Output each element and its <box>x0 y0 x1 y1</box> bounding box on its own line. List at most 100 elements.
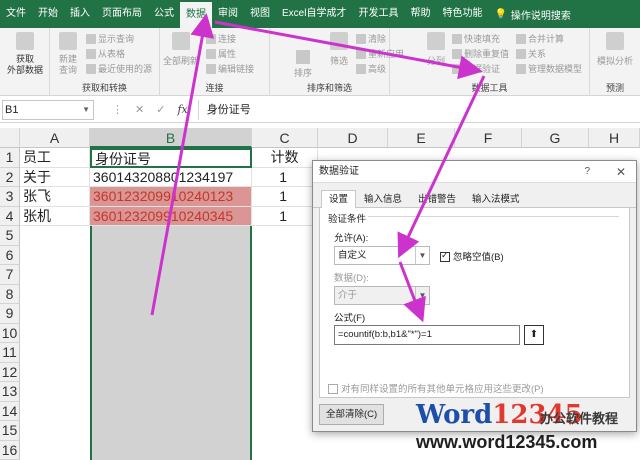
reapply-icon <box>356 49 366 59</box>
cell-c1[interactable]: 计数 <box>252 148 318 168</box>
row-header[interactable]: 2 <box>0 168 20 188</box>
remove-duplicates-button[interactable]: 删除重复值 <box>452 47 509 60</box>
column-header-f[interactable]: F <box>455 128 522 148</box>
row-header[interactable]: 4 <box>0 207 20 227</box>
row-header[interactable]: 1 <box>0 148 20 168</box>
advanced-filter-button[interactable]: 高级 <box>356 62 386 75</box>
recent-sources-button[interactable]: 最近使用的源 <box>86 62 152 75</box>
tab-home[interactable]: 开始 <box>32 0 64 28</box>
cancel-icon[interactable]: ✕ <box>135 103 144 116</box>
edit-links-button[interactable]: 编辑链接 <box>206 62 254 75</box>
data-validation-button[interactable]: 数据验证 <box>452 62 500 75</box>
column-header-d[interactable]: D <box>318 128 388 148</box>
column-header-b[interactable]: B <box>90 128 252 148</box>
tab-developer[interactable]: 开发工具 <box>352 0 404 28</box>
row-header[interactable]: 8 <box>0 285 20 305</box>
sort-button[interactable]: 排序 <box>292 50 314 79</box>
manage-data-model-button[interactable]: 管理数据模型 <box>516 62 582 75</box>
relationships-button[interactable]: 关系 <box>516 47 546 60</box>
help-button[interactable]: ? <box>584 161 590 183</box>
dialog-title: 数据验证 <box>319 166 359 177</box>
cell-b4-duplicate[interactable]: 360123209910240345 <box>90 207 252 227</box>
column-header-c[interactable]: C <box>252 128 318 148</box>
cell-b3-duplicate[interactable]: 360123209910240123 <box>90 187 252 207</box>
enter-icon[interactable]: ✓ <box>156 103 165 116</box>
apply-all-checkbox[interactable]: 对有同样设置的所有其他单元格应用这些更改(P) <box>328 381 544 395</box>
row-header[interactable]: 13 <box>0 382 20 402</box>
cell-a3[interactable]: 张飞 <box>20 187 90 207</box>
group-connections: 全部刷新 连接 属性 编辑链接 连接 <box>160 28 270 96</box>
tab-review[interactable]: 审阅 <box>212 0 244 28</box>
connections-button[interactable]: 连接 <box>206 32 236 45</box>
refresh-icon <box>172 32 190 50</box>
consolidate-button[interactable]: 合并计算 <box>516 32 564 45</box>
tab-input-message[interactable]: 输入信息 <box>356 190 410 207</box>
row-header[interactable]: 12 <box>0 363 20 383</box>
new-query-button[interactable]: 新建 查询 <box>54 32 82 76</box>
name-box[interactable]: B1 ▼ <box>2 100 94 120</box>
row-header[interactable]: 6 <box>0 246 20 266</box>
row-header[interactable]: 7 <box>0 265 20 285</box>
cell-c4[interactable]: 1 <box>252 207 318 227</box>
row-header[interactable]: 14 <box>0 402 20 422</box>
validation-icon <box>452 64 462 74</box>
ignore-blank-checkbox[interactable]: 忽略空值(B) <box>440 249 504 263</box>
row-header[interactable]: 11 <box>0 343 20 363</box>
tab-error-alert[interactable]: 出错警告 <box>410 190 464 207</box>
cell-c3[interactable]: 1 <box>252 187 318 207</box>
query-icon <box>59 32 77 50</box>
cell-c2[interactable]: 1 <box>252 168 318 188</box>
tab-features[interactable]: 特色功能 <box>436 0 488 28</box>
row-header[interactable]: 15 <box>0 421 20 441</box>
show-queries-button[interactable]: 显示查询 <box>86 32 134 45</box>
filter-button[interactable]: 筛选 <box>328 32 350 67</box>
group-forecast: 模拟分析 预测 <box>590 28 640 96</box>
cell-a2[interactable]: 关于 <box>20 168 90 188</box>
table-icon <box>86 34 96 44</box>
text-to-columns-button[interactable]: 分列 <box>424 32 448 67</box>
allow-select[interactable]: 自定义 ▼ <box>334 246 430 265</box>
tab-file[interactable]: 文件 <box>0 0 32 28</box>
select-all-corner[interactable] <box>0 128 20 148</box>
formula-input[interactable]: 身份证号 <box>198 100 640 120</box>
clear-filter-button[interactable]: 清除 <box>356 32 386 45</box>
column-header-a[interactable]: A <box>20 128 90 148</box>
tab-page-layout[interactable]: 页面布局 <box>96 0 148 28</box>
cell-b2[interactable]: 360143208801234197 <box>90 168 252 188</box>
fx-icon[interactable]: fx <box>177 103 187 116</box>
tell-me-search[interactable]: 💡 操作说明搜索 <box>494 7 570 22</box>
allow-label: 允许(A): <box>334 230 368 244</box>
row-header[interactable]: 3 <box>0 187 20 207</box>
column-header-g[interactable]: G <box>522 128 589 148</box>
tab-data[interactable]: 数据 <box>180 0 212 28</box>
cell-b1-active[interactable]: 身份证号 <box>90 148 252 168</box>
tab-help[interactable]: 帮助 <box>404 0 436 28</box>
column-header-h[interactable]: H <box>589 128 640 148</box>
row-header[interactable]: 10 <box>0 324 20 344</box>
row-header[interactable]: 5 <box>0 226 20 246</box>
range-picker-icon[interactable]: ⬆ <box>524 325 544 345</box>
cell-a1[interactable]: 员工 <box>20 148 90 168</box>
clear-all-button[interactable]: 全部清除(C) <box>319 404 384 425</box>
column-header-e[interactable]: E <box>388 128 455 148</box>
properties-button[interactable]: 属性 <box>206 47 236 60</box>
from-table-button[interactable]: 从表格 <box>86 47 125 60</box>
get-external-data-button[interactable]: 获取 外部数据 <box>4 32 46 76</box>
flash-fill-button[interactable]: 快速填充 <box>452 32 500 45</box>
tab-excel-self-study[interactable]: Excel自学成才 <box>276 0 352 28</box>
row-header[interactable]: 9 <box>0 304 20 324</box>
data-select[interactable]: 介于 ▼ <box>334 286 430 305</box>
tab-view[interactable]: 视图 <box>244 0 276 28</box>
formula-field[interactable]: =countif(b:b,b1&"*")=1 <box>334 325 520 345</box>
refresh-all-button[interactable]: 全部刷新 <box>166 32 196 67</box>
tab-ime-mode[interactable]: 输入法模式 <box>464 190 528 207</box>
section-divider <box>368 216 619 217</box>
tab-insert[interactable]: 插入 <box>64 0 96 28</box>
what-if-button[interactable]: 模拟分析 <box>596 32 634 67</box>
row-header[interactable]: 16 <box>0 441 20 460</box>
tab-settings[interactable]: 设置 <box>321 190 356 209</box>
tab-formulas[interactable]: 公式 <box>148 0 180 28</box>
watermark-tag: 办公软件教程 <box>540 408 618 427</box>
cell-a4[interactable]: 张机 <box>20 207 90 227</box>
close-icon[interactable]: ✕ <box>616 161 626 183</box>
